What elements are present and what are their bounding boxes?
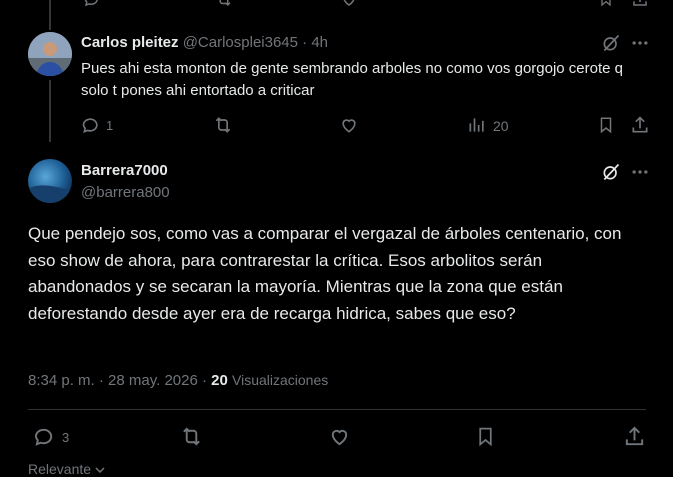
author-handle[interactable]: @barrera800	[81, 184, 170, 201]
reply-count: 3	[62, 430, 70, 445]
post-timestamp[interactable]: 8:34 p. m. · 28 may. 2026 ·	[28, 372, 207, 389]
thread-line	[49, 80, 51, 142]
separator: ·	[302, 34, 308, 51]
views-count: 20	[493, 118, 509, 134]
grok-icon[interactable]	[600, 162, 622, 182]
retweet-icon[interactable]	[212, 115, 234, 135]
chevron-down-icon	[95, 466, 105, 474]
author-name[interactable]: Carlos pleitez	[81, 34, 179, 51]
views-icon[interactable]	[467, 115, 487, 135]
retweet-icon[interactable]	[214, 0, 234, 8]
like-icon[interactable]	[340, 0, 358, 8]
author-name[interactable]: Barrera7000	[81, 162, 168, 179]
views-count: 20	[211, 372, 228, 389]
bookmark-icon[interactable]	[597, 115, 615, 135]
avatar[interactable]	[28, 159, 72, 203]
share-icon[interactable]	[630, 115, 650, 135]
reply-icon[interactable]	[33, 425, 56, 448]
post-text: Que pendejo sos, como vas a comparar el …	[28, 224, 622, 323]
reply-icon[interactable]	[81, 115, 101, 135]
share-icon[interactable]	[631, 0, 649, 8]
views-label: Visualizaciones	[232, 372, 329, 388]
avatar[interactable]	[28, 32, 72, 76]
thread-line-top	[49, 0, 51, 30]
grok-icon[interactable]	[600, 33, 622, 53]
divider	[28, 409, 646, 410]
bookmark-icon[interactable]	[598, 0, 614, 8]
post-meta: 8:34 p. m. · 28 may. 2026 · 20 Visualiza…	[28, 372, 328, 389]
more-options-icon[interactable]	[630, 33, 650, 53]
reply-count: 1	[106, 118, 114, 133]
retweet-icon[interactable]	[179, 425, 204, 448]
more-options-icon[interactable]	[630, 162, 650, 182]
share-icon[interactable]	[623, 425, 646, 448]
bookmark-icon[interactable]	[475, 425, 496, 448]
sort-selector[interactable]: Relevante	[28, 461, 105, 477]
sort-label: Relevante	[28, 461, 92, 477]
like-icon[interactable]	[328, 425, 351, 448]
post-time[interactable]: 4h	[311, 34, 328, 51]
like-icon[interactable]	[339, 115, 359, 135]
post-text: Pues ahi esta monton de gente sembrando …	[81, 60, 624, 99]
reply-icon[interactable]	[83, 0, 101, 8]
author-handle[interactable]: @Carlosplei3645	[183, 34, 298, 51]
